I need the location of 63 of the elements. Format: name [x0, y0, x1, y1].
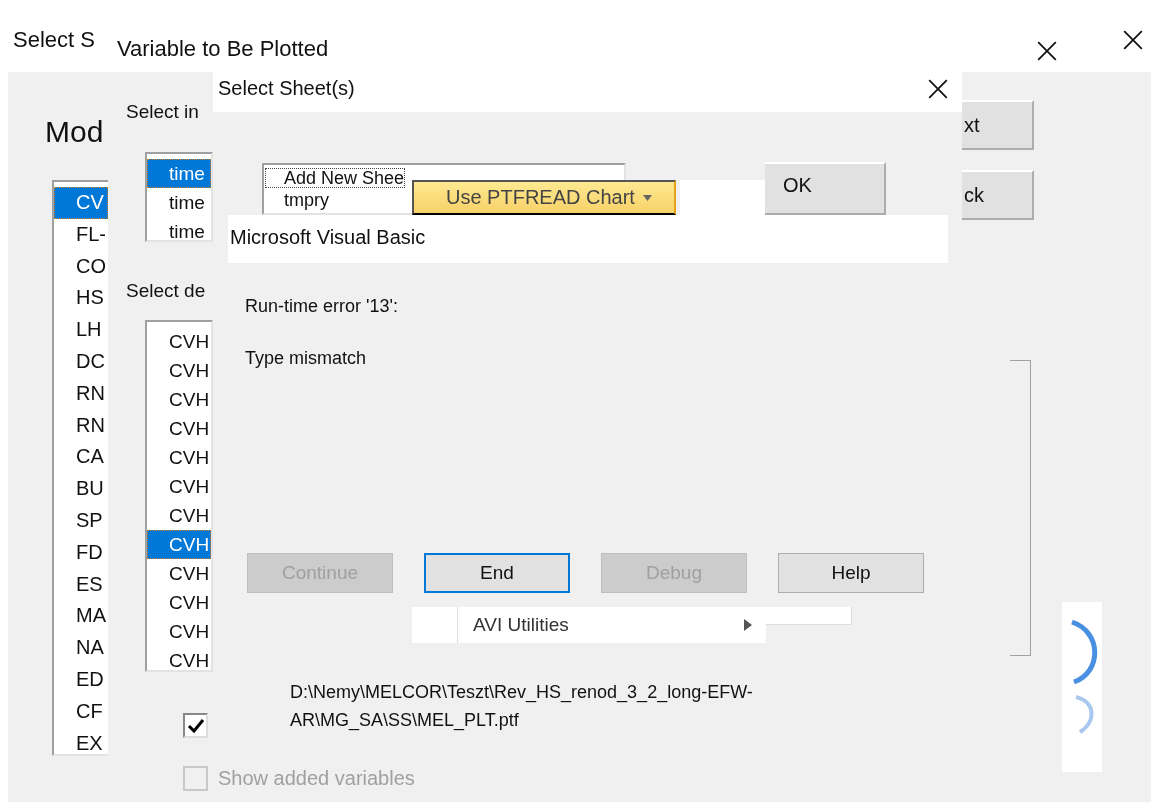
list-item[interactable]: time — [147, 217, 211, 240]
dialog-button[interactable]: xt — [962, 100, 1034, 150]
list-item[interactable]: CVH — [147, 588, 211, 617]
list-item[interactable]: CO — [54, 250, 108, 283]
close-icon[interactable] — [927, 78, 949, 100]
field-label: Select in — [126, 101, 199, 123]
list-item[interactable]: CVH — [147, 530, 211, 559]
list-item[interactable]: CVH — [147, 414, 211, 443]
list-item[interactable]: CVH — [147, 443, 211, 472]
dialog-title: Microsoft Visual Basic — [230, 226, 426, 249]
checkbox[interactable] — [183, 713, 208, 738]
list-item[interactable]: CVH — [147, 559, 211, 588]
list-item[interactable]: CVH — [147, 327, 211, 356]
list-item[interactable]: CVH — [147, 356, 211, 385]
section-heading: Mod — [45, 115, 104, 149]
list-item[interactable]: EX — [54, 727, 108, 754]
list-item[interactable]: RN — [54, 409, 108, 442]
swirl-icon — [1062, 602, 1102, 772]
window-title: Variable to Be Plotted — [117, 36, 329, 62]
list-item[interactable]: SP — [54, 504, 108, 537]
checkbox-label: Show added variables — [218, 767, 415, 790]
list-item[interactable]: tmpry — [264, 189, 331, 211]
field-label: Select de — [126, 280, 206, 302]
list-item[interactable]: CVH — [147, 472, 211, 501]
list-item[interactable]: CVH — [147, 501, 211, 530]
caret-icon — [642, 194, 652, 201]
list-box[interactable]: time time time — [145, 152, 213, 242]
window-title: Select Sheet(s) — [218, 77, 355, 100]
list-item[interactable]: DC — [54, 346, 108, 378]
list-item[interactable]: LH — [54, 314, 108, 346]
error-message: Run-time error '13': — [245, 296, 398, 317]
close-icon[interactable] — [1122, 29, 1144, 51]
list-item[interactable]: MA — [54, 600, 108, 633]
dialog-button[interactable]: ck — [962, 170, 1034, 220]
window-title: Select S — [13, 27, 95, 53]
list-item[interactable]: CVH — [147, 646, 211, 670]
list-item[interactable]: ES — [54, 568, 108, 601]
list-item[interactable]: CF — [54, 695, 108, 728]
list-item[interactable]: HS — [54, 282, 108, 315]
list-item[interactable]: ED — [54, 663, 108, 696]
menu-item[interactable]: AVI Utilities — [412, 607, 766, 643]
list-item[interactable]: NA — [54, 632, 108, 664]
list-box[interactable]: CVH CVH CVH CVH CVH CVH CVH CVH CVH CVH CVH CVH — [145, 320, 213, 672]
error-detail: Type mismatch — [245, 348, 367, 369]
list-item[interactable]: FD — [54, 536, 108, 569]
dialog-button[interactable]: Help — [778, 553, 924, 593]
list-item[interactable]: CVH — [147, 617, 211, 646]
ok-button[interactable]: OK — [765, 162, 886, 215]
list-item[interactable]: time — [147, 159, 211, 188]
file-path: D:\Nemy\MELCOR\Teszt\Rev_HS_renod_3_2_long-EFW-AR\MG_SA\SS\MEL_PLT.ptf — [290, 681, 754, 733]
list-item[interactable]: CA — [54, 441, 108, 474]
list-item[interactable]: CV — [54, 187, 108, 219]
list-box[interactable]: CV FL- CO HS LH DC RN RN CA BU SP FD ES MA NA ED CF EX — [52, 180, 110, 756]
dialog-button[interactable]: End — [424, 553, 570, 593]
submenu-arrow-icon — [744, 619, 752, 631]
list-item[interactable]: RN — [54, 377, 108, 410]
ribbon-button[interactable]: Use PTFREAD Chart — [412, 180, 676, 215]
list-item[interactable]: BU — [54, 473, 108, 505]
list-item[interactable]: time — [147, 188, 211, 217]
list-item[interactable]: Add New Shee — [264, 167, 407, 189]
list-item[interactable]: CVH — [147, 385, 211, 414]
list-item[interactable]: FL- — [54, 218, 108, 251]
close-icon[interactable] — [1036, 40, 1058, 62]
